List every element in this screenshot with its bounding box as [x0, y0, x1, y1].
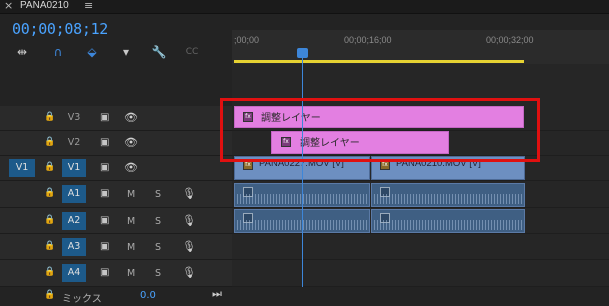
solo-button[interactable]: S	[155, 242, 161, 253]
snap-magnet-icon[interactable]: ∩	[50, 44, 66, 60]
captions-icon[interactable]: CC	[184, 44, 200, 60]
microphone-icon[interactable]: 🎙	[182, 266, 196, 279]
add-marker-icon[interactable]: ▾	[118, 44, 134, 60]
lock-icon[interactable]: 🔒	[44, 215, 55, 225]
lock-icon[interactable]: 🔒	[44, 137, 55, 147]
track-header-a2: 🔒 A2 ▣ M S 🎙	[0, 208, 232, 234]
lane-a4[interactable]	[232, 260, 609, 287]
track-header-v3: 🔒 V3 ▣ 👁	[0, 106, 232, 131]
ruler-label: 00;00;16;00	[344, 35, 392, 45]
lock-icon[interactable]: 🔒	[44, 267, 55, 277]
close-icon[interactable]: ×	[4, 0, 13, 12]
lock-icon[interactable]: 🔒	[44, 162, 55, 172]
eye-icon[interactable]: 👁	[124, 111, 138, 124]
track-header-v1: V1 🔒 V1 ▣ 👁	[0, 156, 232, 181]
track-name-v2[interactable]: V2	[62, 134, 86, 152]
mute-button[interactable]: M	[127, 216, 135, 227]
track-header-a1: 🔒 A1 ▣ M S 🎙	[0, 181, 232, 208]
track-name-v1[interactable]: V1	[62, 159, 86, 177]
mute-button[interactable]: M	[127, 242, 135, 253]
microphone-icon[interactable]: 🎙	[182, 214, 196, 227]
playhead-timecode[interactable]: 00;00;08;12	[12, 20, 108, 38]
track-header-a3: 🔒 A3 ▣ M S 🎙	[0, 234, 232, 260]
lane-a3[interactable]	[232, 234, 609, 260]
track-header-a4: 🔒 A4 ▣ M S 🎙	[0, 260, 232, 287]
track-name-a2[interactable]: A2	[62, 212, 86, 230]
track-name-v3[interactable]: V3	[62, 109, 86, 127]
mix-volume-value[interactable]: 0.0	[140, 290, 156, 301]
solo-button[interactable]: S	[155, 189, 161, 200]
panel-tab-bar: × PANA0210 ≡	[0, 0, 609, 14]
waveform	[374, 220, 522, 230]
microphone-icon[interactable]: 🎙	[182, 240, 196, 253]
lock-icon[interactable]: 🔒	[44, 241, 55, 251]
sequence-tab-title[interactable]: PANA0210	[20, 0, 69, 11]
track-name-a1[interactable]: A1	[62, 185, 86, 203]
track-name-a3[interactable]: A3	[62, 238, 86, 256]
waveform	[374, 194, 522, 204]
microphone-icon[interactable]: 🎙	[182, 187, 196, 200]
track-name-a4[interactable]: A4	[62, 264, 86, 282]
source-patch-v1[interactable]: V1	[9, 159, 35, 177]
solo-button[interactable]: S	[155, 268, 161, 279]
audio-clip-a1-2[interactable]	[371, 183, 525, 207]
wrench-icon[interactable]: 🔧	[151, 44, 167, 60]
lock-icon[interactable]: 🔒	[44, 188, 55, 198]
go-to-end-icon[interactable]: ⏭	[212, 287, 222, 301]
lock-icon[interactable]: 🔒	[44, 290, 55, 300]
ruler-label: ;00;00	[234, 35, 260, 45]
track-header-v2: 🔒 V2 ▣ 👁	[0, 131, 232, 156]
eye-icon[interactable]: 👁	[124, 136, 138, 149]
linked-selection-icon[interactable]: ⬙	[84, 44, 100, 60]
mix-label: ミックス	[62, 294, 102, 305]
eye-icon[interactable]: 👁	[124, 161, 138, 174]
solo-button[interactable]: S	[155, 216, 161, 227]
track-header-spacer	[0, 64, 232, 106]
time-ruler[interactable]	[232, 30, 609, 64]
playhead-line[interactable]	[302, 50, 303, 306]
mute-button[interactable]: M	[127, 189, 135, 200]
audio-clip-a2-2[interactable]	[371, 209, 525, 233]
mute-button[interactable]: M	[127, 268, 135, 279]
lock-icon[interactable]: 🔒	[44, 112, 55, 122]
sync-lock-icon[interactable]: ▣	[100, 188, 109, 199]
sync-lock-icon[interactable]: ▣	[100, 267, 109, 278]
playhead-handle[interactable]	[297, 48, 308, 58]
insert-nest-icon[interactable]: ⇹	[14, 44, 30, 60]
sync-lock-icon[interactable]: ▣	[100, 215, 109, 226]
panel-menu-icon[interactable]: ≡	[84, 0, 93, 12]
sync-lock-icon[interactable]: ▣	[100, 112, 109, 123]
work-area-bar[interactable]	[234, 60, 524, 63]
sync-lock-icon[interactable]: ▣	[100, 162, 109, 173]
highlight-box	[220, 98, 540, 162]
ruler-label: 00;00;32;00	[486, 35, 534, 45]
sync-lock-icon[interactable]: ▣	[100, 137, 109, 148]
sync-lock-icon[interactable]: ▣	[100, 241, 109, 252]
